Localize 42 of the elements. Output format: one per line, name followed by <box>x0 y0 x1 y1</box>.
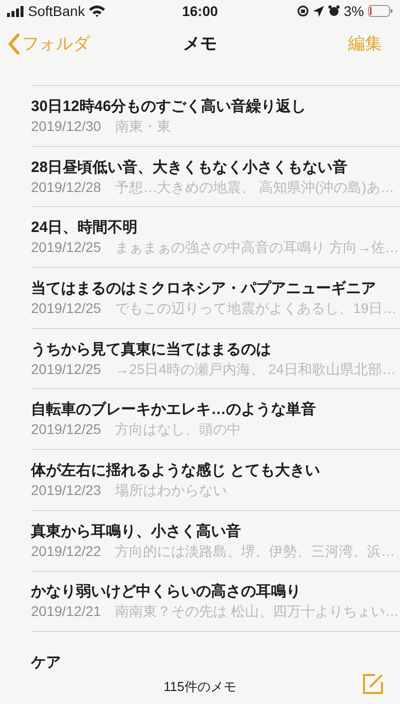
note-title[interactable]: 30日12時46分ものすごく高い音繰り返し <box>31 96 396 117</box>
note-title[interactable]: 28日昼頃低い音、大きくもなく小さくもない音 <box>31 156 396 178</box>
signal-icon <box>7 6 24 16</box>
note-preview: まぁまぁの強さの中高音の耳鳴り 方向→佐… <box>115 238 399 258</box>
note-preview: でもこの辺りって地震がよくあるし、19日… <box>115 298 397 318</box>
note-title[interactable]: ケア <box>31 652 396 670</box>
note-title[interactable]: かなり弱いけど中くらいの高さの耳鳴り <box>31 581 396 602</box>
note-preview: 場所はわからない <box>115 480 228 500</box>
battery-percent: 3% <box>344 2 364 20</box>
note-date: 2019/12/25 <box>31 420 102 440</box>
note-title[interactable]: 24日、時間不明 <box>31 217 396 238</box>
note-count: 115件のメモ <box>164 678 236 696</box>
note-preview: →25日4時の瀬戸内海、 24日和歌山県北部… <box>115 360 396 379</box>
location-arrow-icon <box>312 6 324 16</box>
note-title[interactable]: 体が左右に揺れるような感じ とても大きい <box>31 460 396 481</box>
note-preview: 方向はなし、頭の中 <box>115 420 242 440</box>
carrier-name: SoftBank <box>28 2 85 20</box>
compose-button[interactable] <box>362 673 384 695</box>
note-title[interactable]: 真東から耳鳴り、小さく高い音 <box>31 520 396 542</box>
status-time: 16:00 <box>182 2 218 20</box>
alarm-clock-icon <box>328 5 340 17</box>
compose-icon <box>362 673 384 695</box>
note-preview: 予想…大きめの地震、 高知県沖(沖の島)あ… <box>115 178 394 197</box>
note-date: 2019/12/23 <box>31 480 102 500</box>
note-preview: 南東・東 <box>115 116 172 136</box>
note-title[interactable]: 自転車のブレーキかエレキ…のような単音 <box>31 399 396 420</box>
note-date: 2019/12/25 <box>31 298 102 318</box>
note-date: 2019/12/30 <box>31 116 102 136</box>
nav-title: メモ <box>183 33 217 56</box>
note-date: 2019/12/25 <box>31 238 102 258</box>
note-date: 2019/12/25 <box>31 360 102 379</box>
chevron-left-icon <box>8 33 20 55</box>
note-date: 2019/12/28 <box>31 178 102 197</box>
battery-icon <box>368 5 393 17</box>
orientation-lock-icon <box>296 5 309 17</box>
note-date: 2019/12/21 <box>31 602 102 622</box>
note-date: 2019/12/22 <box>31 542 102 561</box>
wifi-icon <box>88 5 105 17</box>
note-preview: 方向的には淡路島、堺、伊勢、三河湾、浜… <box>115 542 396 561</box>
note-title[interactable]: うちから見て真東に当てはまるのは <box>31 338 396 360</box>
note-title[interactable]: 当てはまるのはミクロネシア・パプアニューギニア <box>31 278 396 299</box>
note-preview: 南南東？その先は 松山、四万十よりちょい… <box>115 602 399 622</box>
